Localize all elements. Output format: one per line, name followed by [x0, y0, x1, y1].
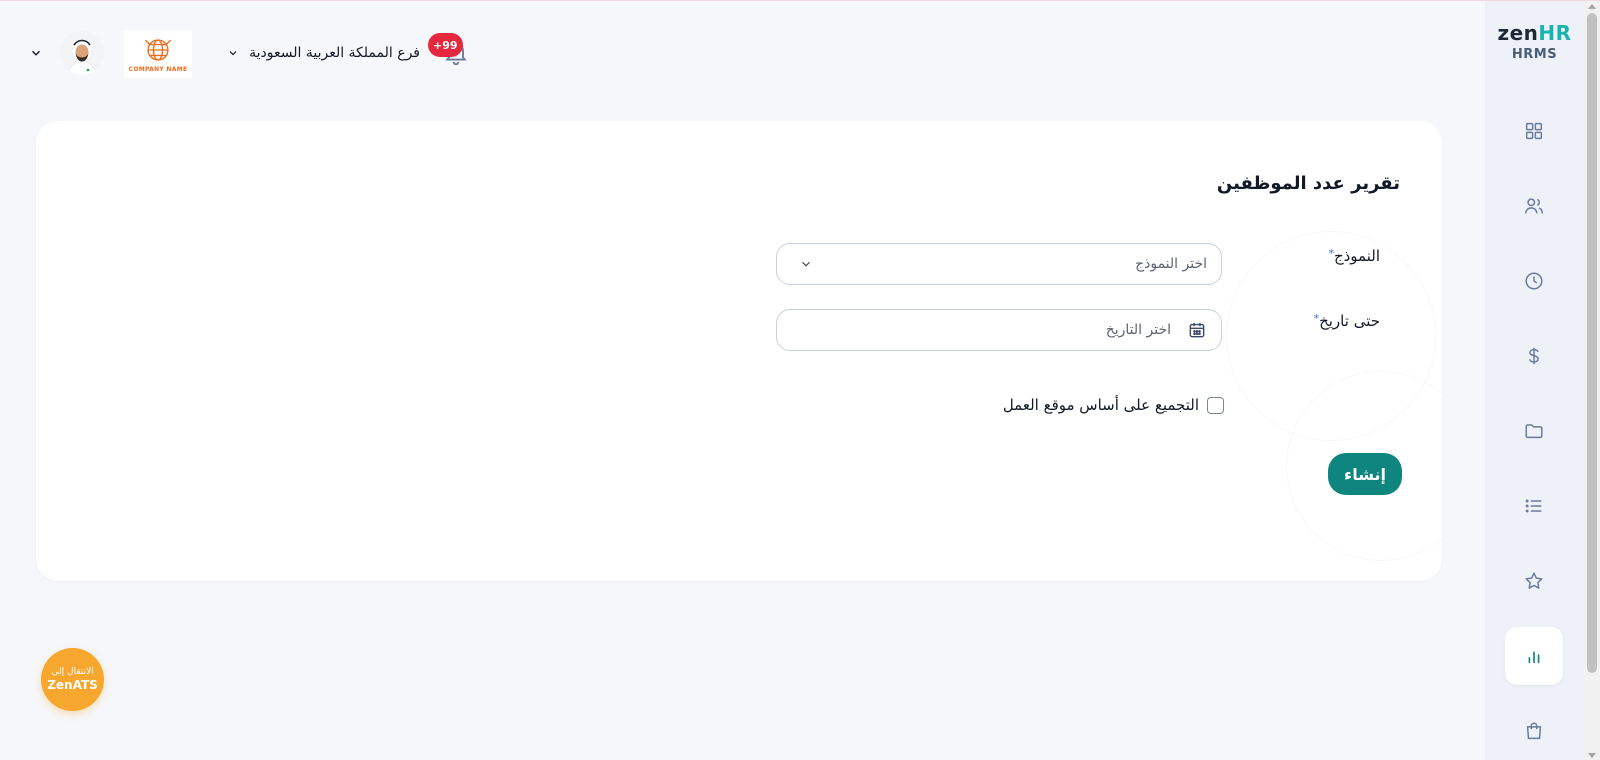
branch-label: فرع المملكة العربية السعودية — [249, 45, 420, 61]
logo-accent: HR — [1538, 21, 1572, 45]
sidebar-item-requests[interactable] — [1505, 477, 1563, 535]
date-input[interactable]: اختر التاريخ — [776, 309, 1222, 351]
report-card: تقرير عدد الموظفين النموذج* اختر النموذج… — [36, 121, 1476, 581]
group-by-location-checkbox[interactable] — [1207, 396, 1224, 414]
zenats-switch-button[interactable]: الانتقال إلى ZenATS — [41, 648, 104, 711]
sidebar-item-performance[interactable] — [1505, 552, 1563, 610]
date-input-placeholder: اختر التاريخ — [1105, 322, 1171, 338]
chevron-down-icon — [229, 51, 237, 56]
template-select[interactable]: اختر النموذج — [776, 243, 1222, 285]
shopping-bag-icon — [1526, 722, 1542, 740]
template-label: النموذج* — [1325, 247, 1380, 265]
chevron-down-icon — [802, 261, 810, 267]
list-icon — [1525, 499, 1542, 513]
logo-sub: HRMS — [1511, 47, 1558, 62]
users-icon — [1525, 198, 1543, 214]
scroll-down-arrow-icon[interactable] — [1588, 753, 1596, 758]
zenats-line2: ZenATS — [47, 678, 98, 692]
date-label-text: حتى تاريخ — [1319, 312, 1380, 330]
create-button[interactable]: إنشاء — [1328, 453, 1402, 495]
dashboard-grid-icon — [1525, 122, 1543, 140]
zenhr-logo[interactable]: zenHR HRMS — [1485, 21, 1584, 62]
calendar-icon[interactable] — [1187, 320, 1207, 340]
date-label: حتى تاريخ* — [1311, 312, 1380, 330]
logo-main: zen — [1497, 21, 1539, 45]
avatar[interactable] — [60, 31, 104, 75]
scroll-up-arrow-icon[interactable] — [1588, 4, 1596, 9]
star-icon — [1525, 572, 1543, 589]
branch-selector[interactable]: فرع المملكة العربية السعودية — [210, 41, 420, 65]
group-by-location-option[interactable]: التجميع على أساس موقع العمل — [1003, 396, 1224, 414]
sidebar-item-store[interactable] — [1505, 702, 1563, 760]
sidebar-item-dashboard[interactable] — [1505, 102, 1563, 160]
user-avatar-icon — [60, 31, 104, 75]
page-scrollbar[interactable] — [1584, 1, 1600, 760]
scrollbar-thumb[interactable] — [1587, 13, 1597, 673]
sidebar: zenHR HRMS — [1485, 1, 1584, 760]
sidebar-item-attendance[interactable] — [1505, 252, 1563, 310]
sidebar-item-reports[interactable] — [1505, 627, 1563, 685]
folder-icon — [1525, 424, 1543, 439]
bar-chart-icon — [1528, 651, 1540, 664]
page-title: تقرير عدد الموظفين — [1216, 173, 1400, 194]
notifications-badge: +99 — [428, 33, 463, 57]
chevron-down-icon — [32, 50, 40, 56]
company-logo: COMPANY NAME — [124, 30, 192, 78]
sidebar-item-payroll[interactable] — [1505, 327, 1563, 385]
sidebar-item-documents[interactable] — [1505, 402, 1563, 460]
template-label-text: النموذج — [1333, 247, 1380, 265]
dollar-icon — [1528, 347, 1539, 365]
group-by-location-label: التجميع على أساس موقع العمل — [1002, 396, 1199, 414]
company-logo-text: COMPANY NAME — [128, 65, 188, 73]
template-select-placeholder: اختر النموذج — [1135, 256, 1207, 272]
user-menu-toggle[interactable] — [29, 45, 43, 59]
zenats-line1: الانتقال إلى — [51, 667, 94, 677]
sidebar-item-employees[interactable] — [1505, 177, 1563, 235]
globe-icon — [144, 38, 172, 61]
clock-icon — [1525, 272, 1543, 290]
